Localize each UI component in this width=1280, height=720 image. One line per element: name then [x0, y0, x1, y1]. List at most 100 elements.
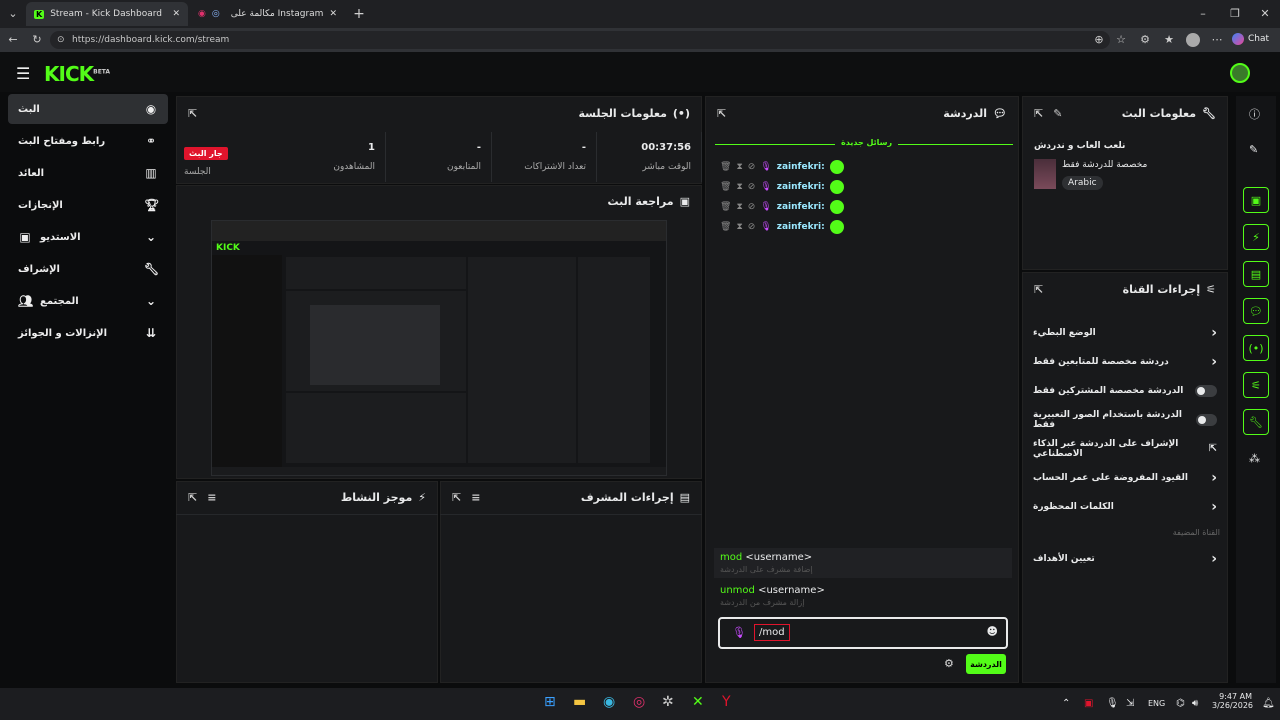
timeout-icon[interactable]: ⧗ [736, 222, 742, 232]
delete-icon[interactable]: 🗑︎ [720, 182, 731, 192]
close-window-icon[interactable]: ✕ [1256, 5, 1274, 23]
sidebar-item-drops[interactable]: الإنزالات و الجوائز ⇊ [8, 318, 168, 348]
sidebar-item-revenue[interactable]: العائد ▥ [8, 158, 168, 188]
more-icon[interactable]: ⋯ [1208, 31, 1226, 49]
close-tab-icon[interactable]: ✕ [172, 9, 180, 19]
new-tab-icon[interactable]: + [350, 5, 368, 23]
volume-icon[interactable]: 🔊︎ [1192, 698, 1198, 709]
timeout-icon[interactable]: ⧗ [736, 162, 742, 172]
minimize-icon[interactable]: – [1194, 5, 1212, 23]
filter-icon[interactable]: ≡ [471, 491, 480, 504]
site-info-icon[interactable]: ⊙ [57, 35, 65, 45]
emotes-only-toggle[interactable] [1196, 413, 1217, 426]
sidebar-item-achievements[interactable]: الإنجازات 🏆︎ [8, 190, 168, 220]
emoji-icon[interactable]: ☻ [987, 625, 998, 638]
clock[interactable]: 9:47 AM 3/26/2026 [1212, 692, 1253, 710]
ban-icon[interactable]: ⊘ [748, 162, 756, 172]
subscribers-only-toggle[interactable] [1195, 384, 1217, 397]
action-slow-mode[interactable]: الوضع البطيء › [1023, 318, 1227, 347]
favorites-icon[interactable]: ★ [1160, 31, 1178, 49]
popout-icon[interactable]: ⇱ [1034, 107, 1043, 120]
start-icon[interactable]: ⊞ [544, 694, 556, 710]
tab-list-icon[interactable]: ⌄ [4, 5, 22, 23]
favorite-star-icon[interactable]: ☆ [1112, 31, 1130, 49]
chat-username[interactable]: zainfekri: [777, 162, 825, 172]
rail-stream-info-button[interactable]: 🔧︎ [1243, 409, 1269, 435]
notifications-icon[interactable]: 🔔︎ [1262, 698, 1275, 709]
browser-tab-kick[interactable]: K Stream - Kick Dashboard ✕ [26, 2, 188, 26]
chat-input-text: /mod [754, 624, 790, 641]
rail-channel-actions-button[interactable]: ⚟ [1243, 372, 1269, 398]
browser-tab-instagram[interactable]: ◉ ◎ مكالمة على Instagram ✕ [190, 2, 345, 26]
tray-chevron-icon[interactable]: ⌃ [1062, 698, 1070, 709]
ban-icon[interactable]: ⊘ [748, 182, 756, 192]
popout-icon[interactable]: ⇱ [717, 107, 726, 120]
tray-mic-icon[interactable]: 🎙︎ [1106, 698, 1119, 709]
instagram-app-icon[interactable]: ◎ [633, 694, 645, 710]
delete-icon[interactable]: 🗑︎ [720, 202, 731, 212]
send-chat-button[interactable]: الدردشة [966, 654, 1006, 674]
file-explorer-icon[interactable]: ▬ [573, 694, 586, 710]
refresh-icon[interactable]: ↻ [28, 31, 46, 49]
action-banned-words[interactable]: الكلمات المحظورة › [1023, 492, 1227, 521]
capcut-icon[interactable]: ✕ [692, 694, 704, 710]
user-avatar[interactable] [1230, 63, 1250, 83]
sidebar-item-stream[interactable]: البث ◉ [8, 94, 168, 124]
chat-settings-icon[interactable]: ⚙ [944, 657, 954, 670]
filter-icon[interactable]: ≡ [207, 491, 216, 504]
delete-icon[interactable]: 🗑︎ [720, 162, 731, 172]
rail-session-button[interactable]: (•) [1243, 335, 1269, 361]
sidebar-item-stream-key[interactable]: رابط ومفتاح البث ⚭ [8, 126, 168, 156]
chat-username[interactable]: zainfekri: [777, 202, 825, 212]
reader-icon[interactable]: ⊕ [1090, 31, 1108, 49]
ban-icon[interactable]: ⊘ [748, 202, 756, 212]
action-followers-only[interactable]: دردشة مخصصة للمتابعين فقط › [1023, 347, 1227, 376]
timeout-icon[interactable]: ⧗ [736, 182, 742, 192]
action-label: الوضع البطيء [1033, 327, 1096, 338]
maximize-icon[interactable]: ❐ [1226, 5, 1244, 23]
rail-activity-button[interactable]: ⚡︎ [1243, 224, 1269, 250]
popout-icon[interactable]: ⇱ [452, 491, 461, 504]
ban-icon[interactable]: ⊘ [748, 222, 756, 232]
input-language[interactable]: ENG [1148, 699, 1165, 708]
tray-arrow-icon[interactable]: ⇲ [1126, 698, 1134, 709]
url-field[interactable]: ⊙ https://dashboard.kick.com/stream [50, 31, 1110, 49]
yandex-icon[interactable]: Y [722, 694, 731, 710]
timeout-icon[interactable]: ⧗ [736, 202, 742, 212]
autocomplete-item-unmod[interactable]: unmod <username> إزالة مشرف من الدردشة [714, 581, 1012, 611]
edit-layout-icon[interactable]: ✎ [1249, 143, 1258, 156]
back-icon[interactable]: ← [4, 31, 22, 49]
popout-icon[interactable]: ⇱ [188, 491, 197, 504]
sidebar-item-community[interactable]: 👥︎ المجتمع ⌄ [8, 286, 168, 316]
hamburger-menu-icon[interactable]: ☰ [16, 64, 30, 83]
rail-mod-actions-button[interactable]: ▤ [1243, 261, 1269, 287]
popout-icon[interactable]: ⇱ [188, 107, 197, 120]
edge-icon[interactable]: ◉ [603, 694, 615, 710]
kick-logo[interactable]: KICKBETA [44, 62, 110, 86]
action-ai-moderation[interactable]: الإشراف على الدردشة عبر الذكاء الاصطناعي… [1023, 434, 1227, 463]
copilot-button[interactable]: Chat [1232, 33, 1269, 45]
autocomplete-item-mod[interactable]: mod <username> إضافة مشرف على الدردشة [714, 548, 1012, 578]
info-icon[interactable]: ⓘ [1249, 106, 1260, 122]
network-icon[interactable]: ⌬ [1176, 698, 1185, 709]
profile-avatar[interactable] [1186, 33, 1200, 47]
delete-icon[interactable]: 🗑︎ [720, 222, 731, 232]
chat-username[interactable]: zainfekri: [777, 182, 825, 192]
rail-stream-preview-button[interactable]: ▣ [1243, 187, 1269, 213]
mic-icon[interactable]: 🎙︎ [732, 626, 746, 639]
stream-preview-video[interactable]: KICK [211, 220, 667, 476]
action-account-age[interactable]: القيود المفروضة على عمر الحساب › [1023, 463, 1227, 492]
sidebar-item-studio[interactable]: ▣ الاستديو ⌄ [8, 222, 168, 252]
extensions-icon[interactable]: ⚙ [1136, 31, 1154, 49]
action-set-goals[interactable]: تعيين الأهداف › [1023, 544, 1227, 573]
edit-icon[interactable]: ✎ [1053, 107, 1062, 120]
chat-username[interactable]: zainfekri: [777, 222, 825, 232]
chat-input[interactable]: 🎙︎ /mod ☻ [718, 617, 1008, 649]
rail-chat-button[interactable]: 💬︎ [1243, 298, 1269, 324]
popout-icon[interactable]: ⇱ [1034, 283, 1043, 296]
sidebar-item-moderation[interactable]: الإشراف 🔧︎ [8, 254, 168, 284]
chatgpt-icon[interactable]: ✲ [662, 694, 674, 710]
close-tab-icon[interactable]: ✕ [329, 9, 337, 19]
tray-app-icon[interactable]: ▣ [1084, 698, 1093, 709]
rail-more-icon[interactable]: ⁂ [1249, 452, 1260, 465]
